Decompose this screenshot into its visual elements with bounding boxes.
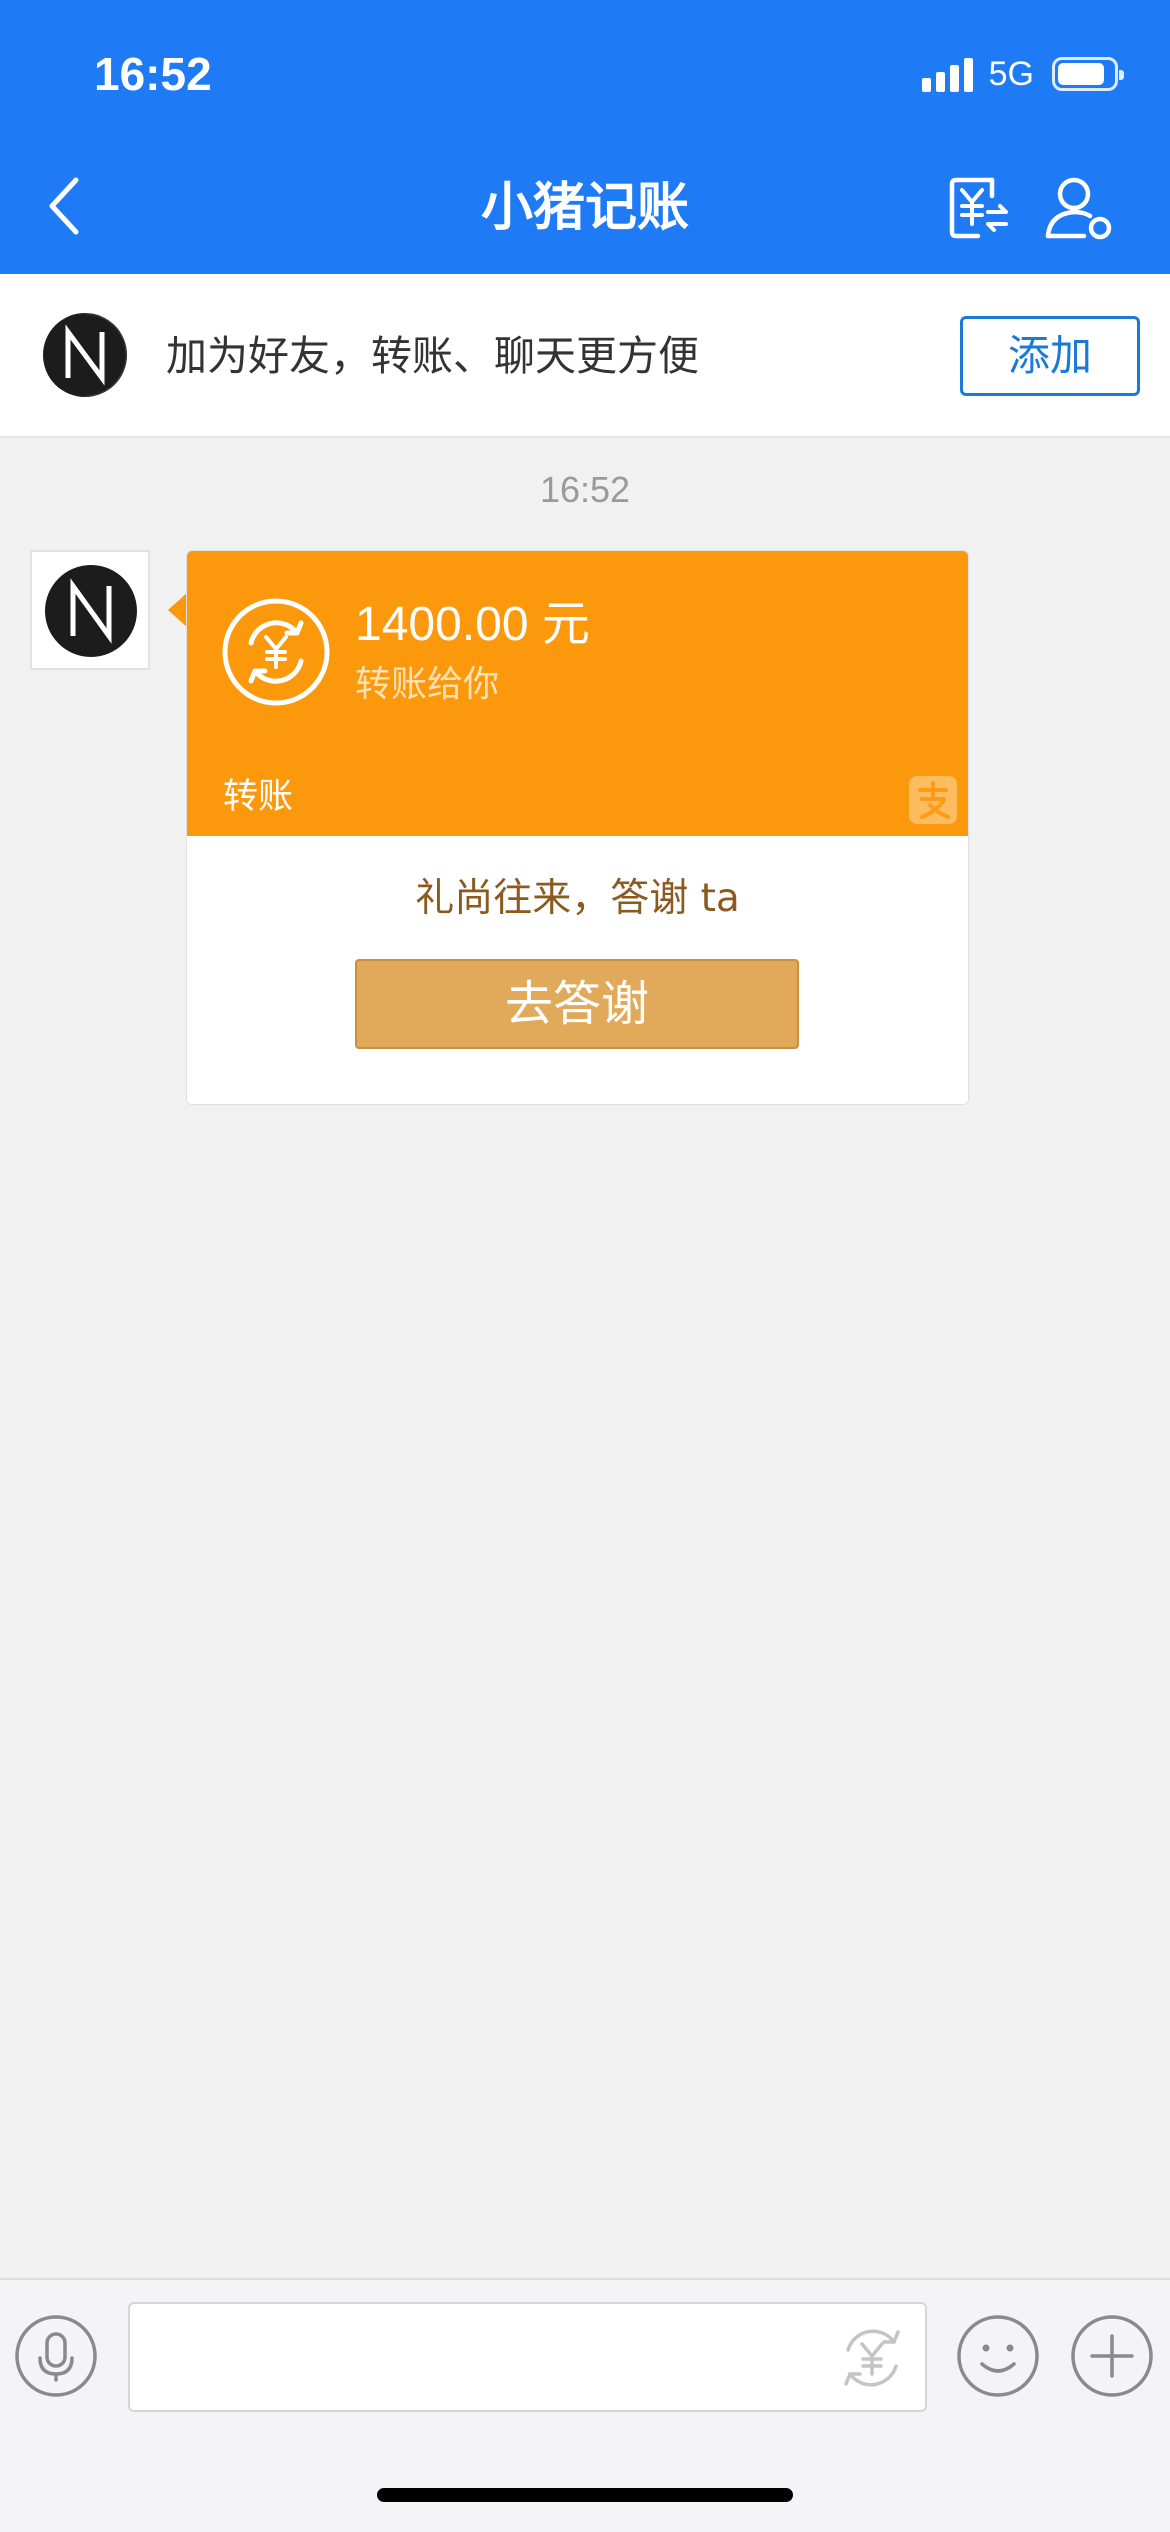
- yuan-icon[interactable]: [834, 2320, 910, 2396]
- sender-avatar[interactable]: [30, 550, 150, 670]
- transfer-type-label: 转账: [223, 777, 294, 817]
- chat-timestamp: 16:52: [539, 469, 631, 510]
- microphone-icon[interactable]: [14, 2314, 98, 2398]
- emoji-icon[interactable]: [956, 2314, 1040, 2398]
- transfer-message-card[interactable]: 1400.00 元 转账给你 转账 礼尚往来，答谢 ta 去答谢: [186, 550, 969, 1105]
- add-friend-banner: 加为好友，转账、聊天更方便 添加: [0, 274, 1170, 438]
- battery-icon: [1052, 57, 1124, 91]
- transfer-card-footer: 礼尚往来，答谢 ta 去答谢: [187, 836, 968, 1104]
- transfer-subtitle: 转账给你: [355, 664, 500, 705]
- avatar-logo-icon: [45, 565, 137, 657]
- status-time: 16:52: [94, 48, 212, 100]
- thanks-prompt: 礼尚往来，答谢 ta: [415, 876, 740, 921]
- network-label: 5G: [988, 55, 1034, 93]
- plus-icon[interactable]: [1070, 2314, 1154, 2398]
- thanks-button[interactable]: 去答谢: [355, 959, 799, 1049]
- message-input[interactable]: [128, 2302, 927, 2412]
- add-friend-text: 加为好友，转账、聊天更方便: [166, 332, 699, 380]
- status-indicators: 5G: [921, 52, 1124, 96]
- app-header: 16:52 5G 小猪记账: [0, 0, 1170, 274]
- profile-button[interactable]: [1040, 170, 1120, 246]
- avatar[interactable]: [42, 312, 128, 398]
- yuan-transfer-icon: [949, 177, 1008, 239]
- bubble-tail: [168, 592, 188, 628]
- transfer-coin-icon: [222, 598, 330, 706]
- transfer-button[interactable]: [942, 170, 1022, 246]
- transfer-card-header: 1400.00 元 转账给你 转账: [187, 551, 968, 836]
- transfer-amount: 1400.00 元: [355, 598, 590, 651]
- add-friend-button[interactable]: 添加: [960, 316, 1140, 396]
- profile-settings-icon: [1045, 177, 1112, 240]
- home-indicator[interactable]: [377, 2488, 793, 2502]
- battery-level: [1058, 63, 1104, 85]
- signal-icon: [921, 56, 973, 92]
- alipay-icon: [909, 776, 957, 824]
